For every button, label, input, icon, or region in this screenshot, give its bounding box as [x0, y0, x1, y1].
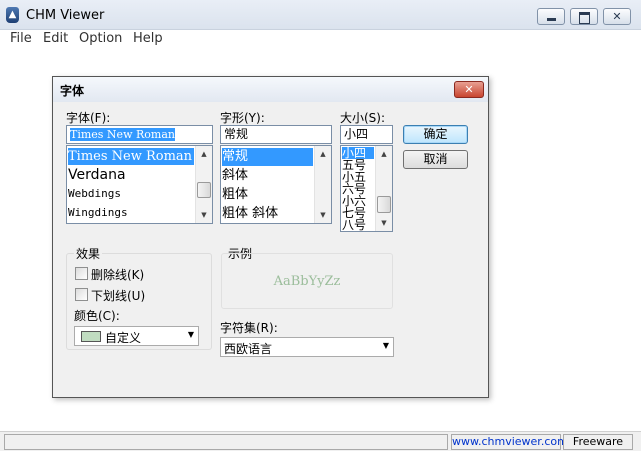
font-list-item[interactable]: Webdings — [68, 186, 194, 202]
sample-text: AaBbYyZz — [273, 274, 341, 289]
font-list-item[interactable]: Times New Roman — [68, 148, 194, 165]
style-list-item[interactable]: 粗体 — [222, 186, 313, 204]
chevron-down-icon: ▼ — [382, 341, 389, 350]
scroll-down-icon[interactable]: ▼ — [376, 216, 392, 230]
scroll-thumb[interactable] — [377, 196, 391, 213]
size-list-item[interactable]: 七号 — [342, 207, 374, 219]
size-list-item[interactable]: 五号 — [342, 159, 374, 171]
dialog-title: 字体 — [60, 84, 85, 98]
font-dialog: 字体 ✕ 字体(F): Times New Roman Times New Ro… — [52, 76, 489, 398]
scroll-down-icon[interactable]: ▼ — [196, 208, 212, 222]
style-list-item[interactable]: 斜体 — [222, 167, 313, 185]
color-label: 颜色(C): — [74, 309, 120, 323]
size-list-item[interactable]: 八号 — [342, 219, 374, 231]
color-swatch — [81, 331, 101, 342]
charset-label: 字符集(R): — [220, 321, 278, 335]
menu-file[interactable]: File — [10, 31, 32, 46]
strikeout-checkbox[interactable] — [75, 267, 88, 280]
charset-dropdown-value: 西欧语言 — [224, 342, 273, 356]
color-dropdown[interactable]: 自定义 ▼ — [74, 326, 199, 346]
close-button[interactable] — [603, 8, 631, 25]
scroll-down-icon[interactable]: ▼ — [315, 208, 331, 222]
size-list-item[interactable]: 小六 — [342, 195, 374, 207]
window-title: CHM Viewer — [26, 8, 105, 23]
font-list-item[interactable]: Wingdings — [68, 205, 194, 221]
font-list[interactable]: Times New Roman Verdana Webdings Wingdin… — [66, 145, 213, 224]
size-list-item[interactable]: 六号 — [342, 183, 374, 195]
minimize-icon — [538, 9, 564, 24]
menu-edit[interactable]: Edit — [43, 31, 68, 46]
size-list-item[interactable]: 小五 — [342, 171, 374, 183]
title-bar[interactable]: ▲ CHM Viewer — [0, 0, 641, 30]
underline-checkbox[interactable] — [75, 288, 88, 301]
close-icon — [604, 9, 630, 24]
style-input[interactable]: 常规 — [220, 125, 332, 144]
chevron-down-icon: ▼ — [187, 330, 194, 339]
website-link[interactable]: www.chmviewer.com — [451, 434, 568, 450]
underline-label[interactable]: 下划线(U) — [91, 287, 145, 304]
ok-button[interactable]: 确定 — [403, 125, 468, 144]
size-list[interactable]: 小四 五号 小五 六号 小六 七号 八号 ▲ ▼ — [340, 145, 393, 232]
scroll-up-icon[interactable]: ▲ — [315, 147, 331, 161]
size-input[interactable]: 小四 — [340, 125, 393, 144]
size-list-scrollbar[interactable]: ▲ ▼ — [375, 146, 392, 231]
cancel-button[interactable]: 取消 — [403, 150, 468, 169]
charset-dropdown[interactable]: 西欧语言 ▼ — [220, 337, 394, 357]
close-icon: ✕ — [464, 83, 474, 96]
menu-help[interactable]: Help — [133, 31, 163, 46]
font-list-item[interactable]: Verdana — [68, 166, 194, 184]
status-bar: www.chmviewer.com Freeware — [0, 431, 641, 451]
size-label: 大小(S): — [340, 111, 386, 125]
style-list-item[interactable]: 粗体 斜体 — [222, 205, 313, 223]
dialog-close-button[interactable]: ✕ — [454, 81, 484, 98]
font-input-text: Times New Roman — [70, 128, 175, 141]
font-list-scrollbar[interactable]: ▲ ▼ — [195, 146, 212, 223]
minimize-button[interactable] — [537, 8, 565, 25]
scroll-up-icon[interactable]: ▲ — [196, 147, 212, 161]
scroll-up-icon[interactable]: ▲ — [376, 147, 392, 161]
font-label: 字体(F): — [66, 111, 111, 125]
size-list-item[interactable]: 小四 — [342, 147, 374, 159]
maximize-button[interactable] — [570, 8, 598, 25]
book-icon: ▲ — [6, 7, 19, 23]
menu-option[interactable]: Option — [79, 31, 122, 46]
style-list-scrollbar[interactable]: ▲ ▼ — [314, 146, 331, 223]
effects-group-label: 效果 — [74, 245, 103, 262]
style-label: 字形(Y): — [220, 111, 265, 125]
style-list-item[interactable]: 常规 — [222, 148, 313, 166]
maximize-icon — [571, 9, 597, 24]
license-status: Freeware — [563, 434, 633, 450]
style-list[interactable]: 常规 斜体 粗体 粗体 斜体 ▲ ▼ — [220, 145, 332, 224]
dialog-title-bar[interactable]: 字体 ✕ — [53, 77, 488, 102]
font-input[interactable]: Times New Roman — [66, 125, 213, 144]
scroll-thumb[interactable] — [197, 182, 211, 198]
menu-bar: File Edit Option Help — [0, 30, 641, 50]
color-dropdown-value: 自定义 — [105, 331, 142, 345]
status-text — [4, 434, 448, 450]
strikeout-label[interactable]: 删除线(K) — [91, 266, 144, 283]
sample-group: AaBbYyZz — [221, 253, 393, 309]
